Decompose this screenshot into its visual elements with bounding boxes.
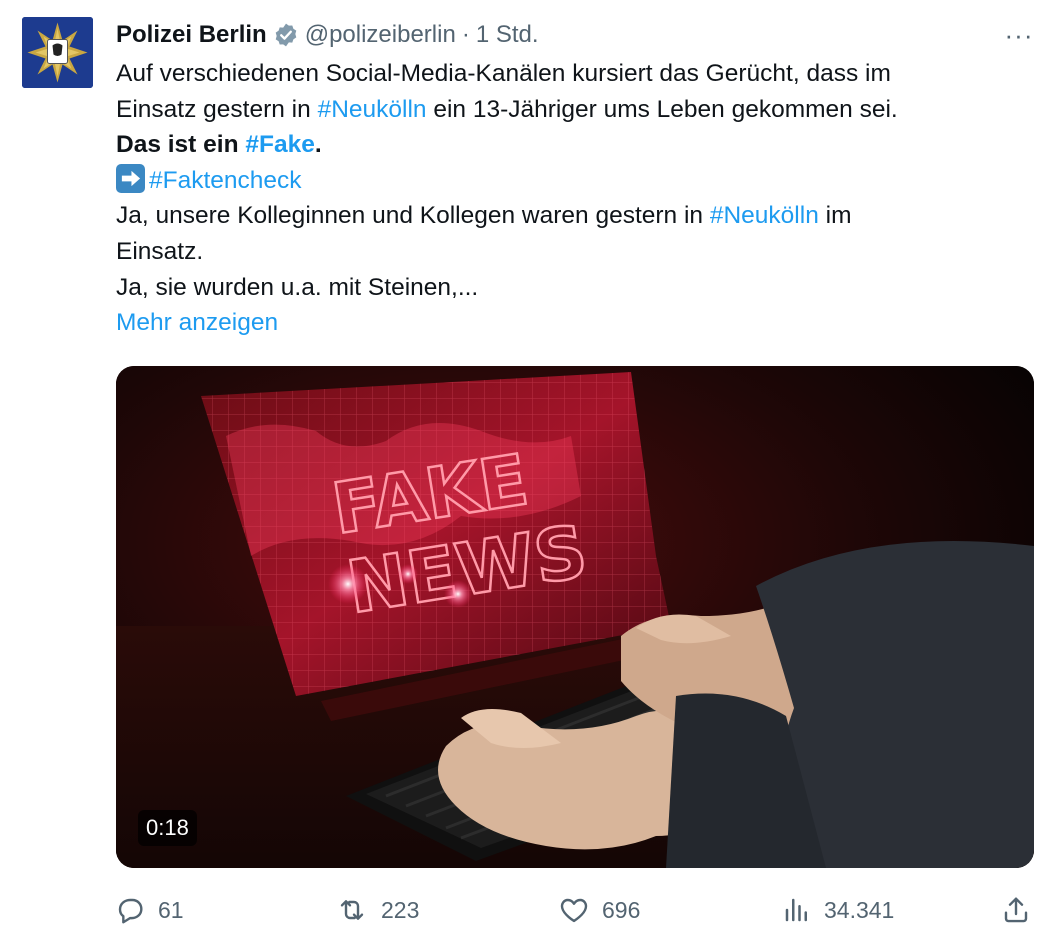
- share-button[interactable]: [1000, 890, 1032, 930]
- like-count: 696: [602, 896, 641, 923]
- share-icon: [1004, 897, 1028, 923]
- like-button[interactable]: 696: [558, 890, 640, 930]
- more-options-icon[interactable]: ···: [1002, 20, 1036, 50]
- tweet-actions: 61 223 696 34.341: [0, 890, 1060, 930]
- text-segment: Einsatz.: [116, 237, 204, 265]
- text-segment: Ja, sie wurden u.a. mit Steinen,...: [116, 273, 479, 301]
- author-handle[interactable]: @polizeiberlin: [305, 21, 456, 49]
- timestamp[interactable]: 1 Std.: [476, 21, 539, 49]
- video-player[interactable]: FAKE NEWS: [116, 366, 1034, 868]
- text-line: Ja, unsere Kolleginnen und Kollegen ware…: [116, 198, 1036, 234]
- show-more-link[interactable]: Mehr anzeigen: [116, 309, 278, 336]
- author-name[interactable]: Polizei Berlin: [116, 21, 267, 49]
- tweet-header: Polizei Berlin @polizeiberlin · 1 Std.: [116, 18, 539, 52]
- verified-badge-icon[interactable]: [273, 22, 299, 48]
- text-line: Das ist ein #Fake.: [116, 127, 1036, 163]
- text-segment: .: [314, 131, 322, 159]
- right-arrow-emoji-icon: [116, 163, 145, 193]
- views-chart-icon: [785, 898, 807, 922]
- text-segment: ein 13-Jähriger ums Leben gekommen sei.: [426, 95, 898, 123]
- text-segment: Ja, unsere Kolleginnen und Kollegen ware…: [116, 202, 710, 230]
- text-line: #Faktencheck: [116, 163, 1036, 199]
- text-line: Einsatz.: [116, 234, 1036, 270]
- reply-button[interactable]: 61: [114, 890, 184, 930]
- hashtag-link[interactable]: #Fake: [245, 131, 314, 158]
- separator-dot: ·: [461, 21, 470, 48]
- repost-button[interactable]: 223: [335, 890, 419, 930]
- text-segment: im: [818, 202, 852, 230]
- text-segment: Das ist ein: [116, 131, 246, 159]
- heart-icon: [560, 898, 588, 923]
- tweet-text: Auf verschiedenen Social-Media-Kanälen k…: [116, 56, 1036, 341]
- views-count: 34.341: [824, 896, 895, 923]
- text-segment: Auf verschiedenen Social-Media-Kanälen k…: [116, 60, 891, 87]
- repost-count: 223: [381, 896, 420, 923]
- text-line: Mehr anzeigen: [116, 305, 1036, 341]
- text-line: Einsatz gestern in #Neukölln ein 13-Jähr…: [116, 92, 1036, 128]
- video-duration: 0:18: [138, 810, 197, 846]
- text-line: Auf verschiedenen Social-Media-Kanälen k…: [116, 56, 1036, 92]
- text-segment: Einsatz gestern in: [116, 95, 318, 123]
- reply-icon: [118, 898, 143, 924]
- avatar[interactable]: [22, 17, 93, 88]
- repost-icon: [340, 900, 364, 920]
- reply-count: 61: [158, 896, 184, 923]
- text-line: Ja, sie wurden u.a. mit Steinen,...: [116, 270, 1036, 306]
- hashtag-link[interactable]: #Faktencheck: [149, 167, 302, 194]
- hashtag-link[interactable]: #Neukölln: [318, 96, 427, 123]
- hashtag-link[interactable]: #Neukölln: [710, 202, 819, 229]
- berlin-police-star-icon: [22, 17, 93, 88]
- video-thumbnail: FAKE NEWS: [116, 366, 1034, 868]
- views-button[interactable]: 34.341: [782, 890, 894, 930]
